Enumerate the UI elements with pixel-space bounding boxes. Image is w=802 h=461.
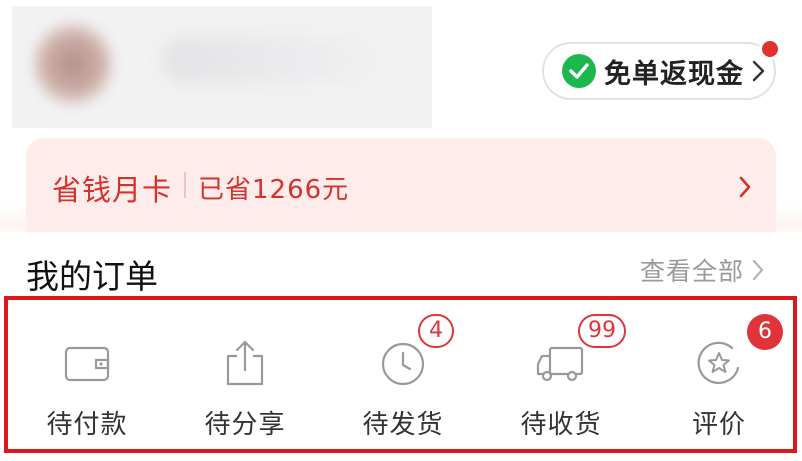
badge-count: 6 <box>747 314 783 350</box>
chevron-right-icon <box>752 259 764 281</box>
view-all-orders-link[interactable]: 查看全部 <box>640 254 766 286</box>
review-star-icon <box>697 341 740 384</box>
savings-amount: 已省1266元 <box>198 175 350 205</box>
avatar[interactable] <box>34 24 112 104</box>
view-all-label: 查看全部 <box>640 257 745 286</box>
savings-divider <box>184 172 186 198</box>
chevron-right-icon <box>739 176 751 198</box>
order-status-row: 待付款 待分享 待发货 4 待收货 99 评价 6 <box>4 296 797 453</box>
order-status-label: 待收货 <box>520 410 602 440</box>
profile-blurred-area[interactable] <box>12 6 432 128</box>
order-status-label: 待分享 <box>204 410 286 440</box>
order-status-label: 评价 <box>691 410 746 440</box>
notification-dot <box>759 38 781 60</box>
order-status-pending-shipment[interactable]: 待发货 4 <box>324 300 482 449</box>
free-order-cashback-button[interactable]: 免单返现金 <box>542 42 776 100</box>
wechat-check-icon <box>562 54 596 88</box>
orders-section-header: 我的订单 查看全部 <box>0 232 802 296</box>
savings-card-title: 省钱月卡 <box>52 173 173 207</box>
savings-monthly-card[interactable]: 省钱月卡 已省1266元 <box>26 138 776 234</box>
clock-icon <box>381 342 425 386</box>
order-status-pending-receipt[interactable]: 待收货 99 <box>482 300 640 449</box>
truck-icon <box>536 346 584 382</box>
share-icon <box>226 340 264 386</box>
cashback-label: 免单返现金 <box>604 58 744 90</box>
badge-count: 4 <box>418 314 454 348</box>
wallet-icon <box>64 346 110 382</box>
order-status-pending-share[interactable]: 待分享 <box>166 300 324 449</box>
chevron-right-icon <box>752 60 765 82</box>
badge-count: 99 <box>578 314 626 348</box>
orders-title: 我的订单 <box>26 257 158 296</box>
order-status-label: 待付款 <box>46 410 128 440</box>
username-blurred <box>162 36 402 84</box>
profile-header: 免单返现金 <box>0 0 802 130</box>
order-status-label: 待发货 <box>362 410 444 440</box>
order-status-review[interactable]: 评价 6 <box>640 300 798 449</box>
order-status-pending-payment[interactable]: 待付款 <box>8 300 166 449</box>
